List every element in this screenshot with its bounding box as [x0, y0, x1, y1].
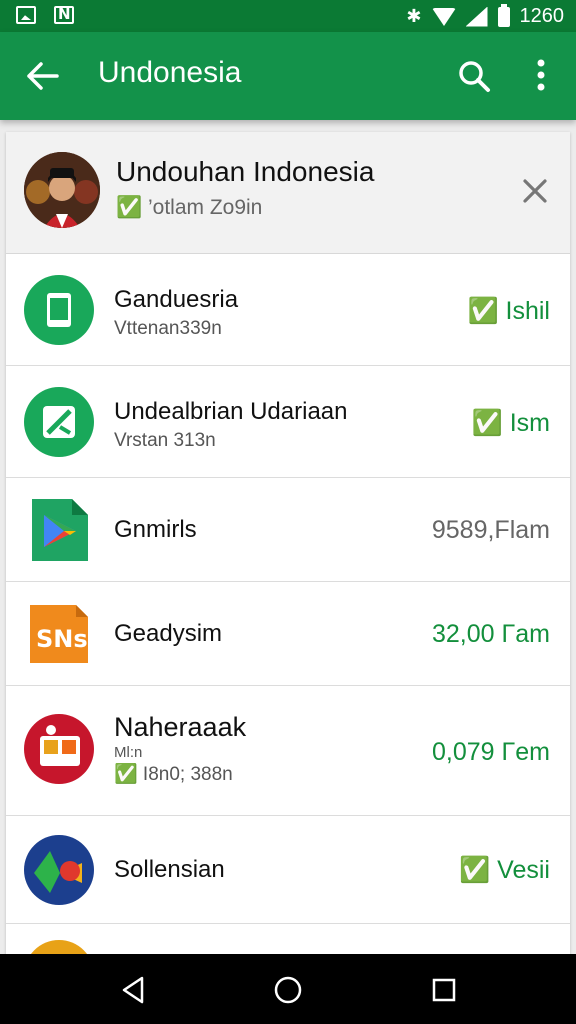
app-name: Geadysim: [114, 620, 223, 647]
news-app-icon: [24, 714, 94, 784]
gallery-notification-icon: [16, 6, 36, 24]
svg-text:SNs: SNs: [36, 625, 88, 653]
install-status[interactable]: ✅ Ism: [472, 409, 550, 438]
avatar: [24, 152, 100, 228]
list-item[interactable]: Gnmirls 9589,Flam: [6, 478, 570, 582]
back-nav-icon[interactable]: [116, 972, 152, 1008]
app-small-label: Ml:n: [114, 744, 143, 761]
close-icon[interactable]: [520, 176, 550, 206]
arrow-back-icon[interactable]: [22, 54, 62, 98]
bluetooth-icon: ✱: [406, 5, 422, 27]
phone-app-icon: [24, 275, 94, 345]
battery-icon: [497, 3, 510, 27]
install-status[interactable]: ✅ Ishil: [467, 297, 550, 326]
app-name: Undealbrian Udariaan: [114, 398, 348, 425]
header-title: Undouhan Indonesia: [116, 156, 375, 187]
navigation-bar: [0, 954, 576, 1024]
app-bar: Undonesia: [0, 32, 576, 120]
sns-app-icon: SNs: [24, 599, 94, 669]
header-subtitle: ✅ ’otlam Zo9in: [116, 196, 263, 219]
edit-app-icon: [24, 387, 94, 457]
list-item[interactable]: Undealbrian Udariaan Vrstan 313n ✅ Ism: [6, 366, 570, 478]
price[interactable]: 0,079 Γem: [432, 738, 550, 767]
price[interactable]: 9589,Flam: [432, 516, 550, 545]
app-subtitle: Vrstan 313n: [114, 430, 216, 451]
app-list-card: Undouhan Indonesia ✅ ’otlam Zo9in Gandue…: [6, 132, 570, 962]
app-name: Sollensian: [114, 856, 225, 883]
list-item[interactable]: SNs Geadysim 32,00 Γam: [6, 582, 570, 686]
install-status[interactable]: ✅ Vesii: [459, 856, 550, 885]
list-item[interactable]: Naheraaak Ml:n ✅ I8n0; 388n 0,079 Γem: [6, 686, 570, 816]
app-subtitle: ✅ I8n0; 388n: [114, 764, 233, 785]
account-header[interactable]: Undouhan Indonesia ✅ ’otlam Zo9in: [6, 132, 570, 254]
recents-nav-icon[interactable]: [426, 972, 462, 1008]
app-subtitle: Vttenan339n: [114, 318, 222, 339]
n-notification-icon: [54, 5, 74, 24]
list-item[interactable]: Sollensian ✅ Vesii: [6, 816, 570, 924]
app-name: Gnmirls: [114, 516, 197, 543]
maps-app-icon: [24, 835, 94, 905]
app-name: Naheraaak: [114, 712, 247, 742]
cell-signal-icon: [465, 6, 488, 27]
home-nav-icon[interactable]: [270, 972, 306, 1008]
page-title: Undonesia: [98, 56, 242, 89]
price[interactable]: 32,00 Γam: [432, 620, 550, 649]
clock: 1260: [519, 5, 565, 27]
wifi-icon: [431, 7, 456, 26]
play-store-icon: [24, 495, 94, 565]
status-bar: ✱ 1260: [0, 0, 576, 32]
more-vert-icon[interactable]: [526, 54, 556, 98]
app-name: Ganduesria: [114, 286, 239, 313]
list-item[interactable]: Ganduesria Vttenan339n ✅ Ishil: [6, 254, 570, 366]
search-icon[interactable]: [455, 54, 495, 98]
